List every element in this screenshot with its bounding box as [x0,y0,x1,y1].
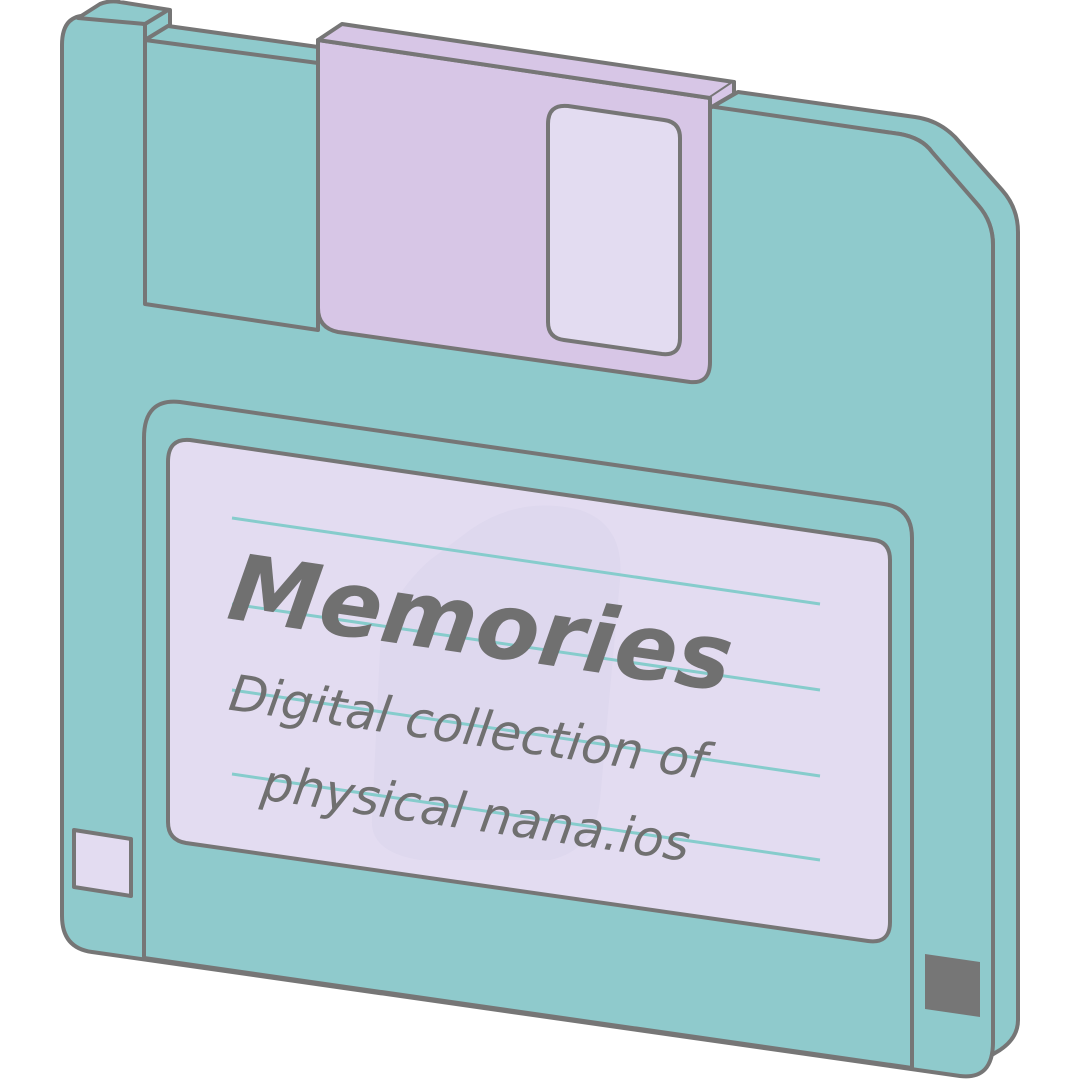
shutter-track [143,38,320,332]
write-protect-window [72,828,133,898]
shutter-window [546,103,682,357]
density-hole [925,954,980,1017]
floppy-disk-illustration: Memories Digital collection of physical … [60,0,1020,1079]
